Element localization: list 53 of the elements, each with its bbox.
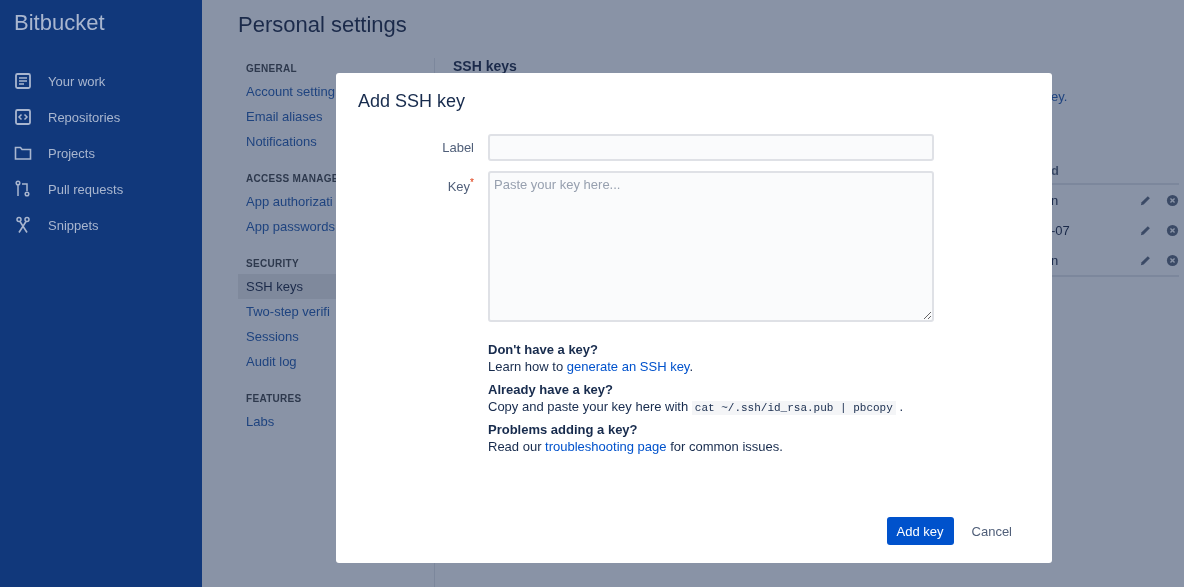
sidebar-item[interactable]: Snippets <box>0 214 202 236</box>
settings-nav-item[interactable]: App authorizati <box>238 189 337 214</box>
required-marker: * <box>470 177 474 188</box>
sidebar-item[interactable]: Pull requests <box>0 178 202 200</box>
dialog-title: Add SSH key <box>358 91 467 112</box>
settings-nav-item[interactable]: Email aliases <box>238 104 337 129</box>
pull-request-icon <box>14 180 32 198</box>
help-link[interactable]: troubleshooting page <box>545 439 667 454</box>
cancel-button[interactable]: Cancel <box>961 517 1022 545</box>
settings-nav-item[interactable]: SSH keys <box>238 274 337 299</box>
page-title: Personal settings <box>238 12 408 39</box>
scissors-icon <box>14 216 32 234</box>
table-cell-text: -07 <box>1051 222 1071 238</box>
delete-icon[interactable] <box>1166 193 1179 207</box>
help-text: Copy and paste your key here with cat ~/.ssh/id_rsa.pub | pbcopy . <box>488 399 905 414</box>
document-icon <box>14 72 32 90</box>
pencil-icon[interactable] <box>1139 223 1152 237</box>
help-heading: Already have a key? <box>488 382 615 397</box>
settings-nav-item[interactable]: Two-step verifi <box>238 299 337 324</box>
help-heading: Don't have a key? <box>488 342 600 357</box>
settings-nav-item[interactable]: Sessions <box>238 324 337 349</box>
settings-nav-item[interactable]: Labs <box>238 409 337 434</box>
folder-icon <box>14 144 32 162</box>
pencil-icon[interactable] <box>1139 193 1152 207</box>
settings-nav-item[interactable]: App passwords <box>238 214 337 239</box>
table-cell-text: n <box>1051 252 1060 268</box>
help-heading: Problems adding a key? <box>488 422 639 437</box>
app-logo: Bitbucket <box>13 9 106 37</box>
code-icon <box>14 108 32 126</box>
delete-icon[interactable] <box>1166 253 1179 267</box>
sidebar-item[interactable]: Repositories <box>0 106 202 128</box>
label-input[interactable] <box>488 134 934 161</box>
settings-nav-item[interactable]: Audit log <box>238 349 337 374</box>
intro-link[interactable]: ey. <box>1051 89 1068 104</box>
field-label: Key$^{*}$ <box>446 176 474 195</box>
nav-section-heading: ACCESS MANAGE <box>245 172 340 186</box>
table-header: d <box>1051 163 1059 178</box>
table-cell-text: n <box>1051 192 1060 208</box>
section-title: SSH keys <box>453 58 518 74</box>
help-text: Read our troubleshooting page for common issues. <box>488 439 784 454</box>
sidebar-item[interactable]: Projects <box>0 142 202 164</box>
nav-section-heading: FEATURES <box>245 392 303 406</box>
sidebar-item[interactable]: Your work <box>0 70 202 92</box>
nav-section-heading: GENERAL <box>245 62 298 76</box>
pencil-icon[interactable] <box>1139 253 1152 267</box>
key-textarea[interactable]: Paste your key here... <box>488 171 934 322</box>
add-key-button[interactable]: Add key <box>886 517 954 545</box>
settings-nav-item[interactable]: Notifications <box>238 129 337 154</box>
nav-section-heading: SECURITY <box>245 257 300 271</box>
field-label: Label <box>441 139 474 155</box>
help-text: Learn how to generate an SSH key. <box>488 359 695 374</box>
delete-icon[interactable] <box>1166 223 1179 237</box>
settings-nav-item[interactable]: Account setting <box>238 79 337 104</box>
